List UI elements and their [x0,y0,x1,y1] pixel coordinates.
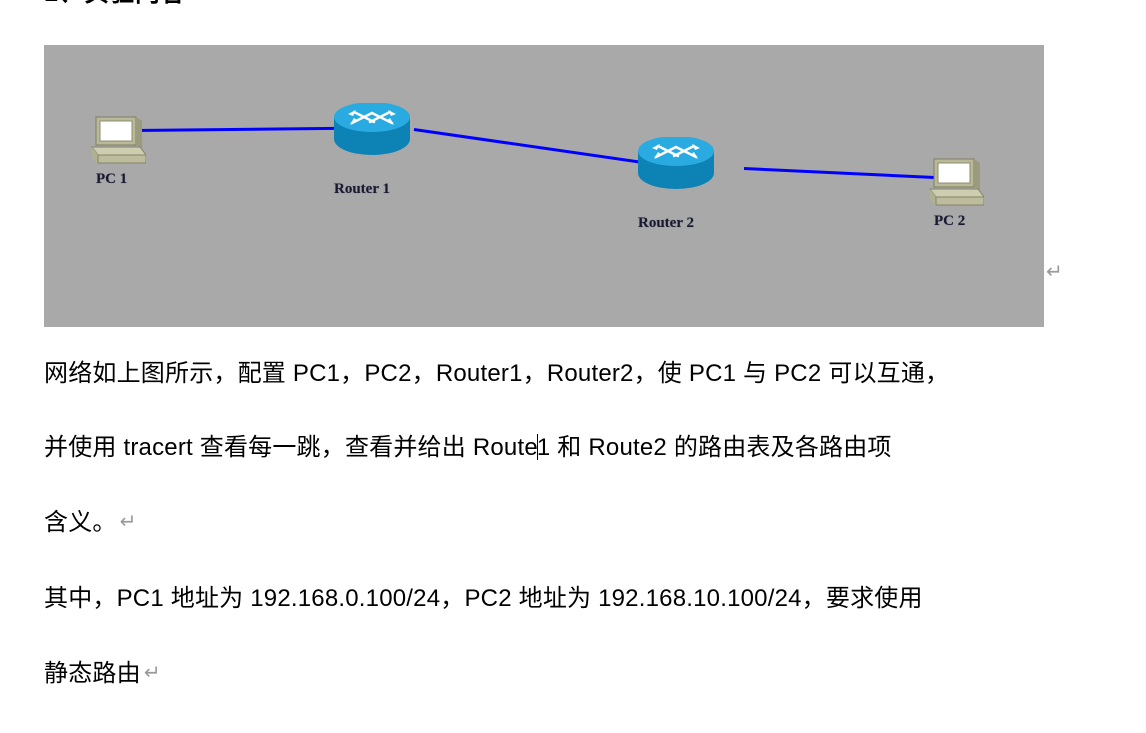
body-line-2: 并使用 tracert 查看每一跳，查看并给出 Route1 和 Route2 … [44,433,892,463]
pilcrow-icon: ↵ [1046,261,1063,283]
pc-icon [91,116,147,165]
node-pc2[interactable]: PC 2 [928,157,985,229]
network-diagram-canvas: PC 1 Router 1 Router 2 PC 2 [44,45,1044,327]
router-icon [334,102,410,155]
body-line-4-text: 其中，PC1 地址为 192.168.0.100/24，PC2 地址为 192.… [44,585,923,612]
body-line-4: 其中，PC1 地址为 192.168.0.100/24，PC2 地址为 192.… [44,584,923,614]
page-title: 1、实验内容↵ [44,0,206,8]
body-line-2-text-after-caret: 1 和 Route2 的路由表及各路由项 [536,434,892,461]
page-title-text: 1、实验内容 [44,0,186,7]
body-line-3: 含义。 ↵ [44,507,137,538]
node-label-pc2: PC 2 [934,213,966,229]
pilcrow-icon: ↵ [119,511,137,533]
body-line-1-text: 网络如上图所示，配置 PC1，PC2，Router1，Router2，使 PC1… [44,360,950,387]
pilcrow-icon: ↵ [143,662,161,684]
node-router2[interactable]: Router 2 [636,136,716,231]
pc-icon [929,158,985,207]
body-line-2-text-before-caret: 并使用 tracert 查看每一跳，查看并给出 Route [44,434,538,461]
body-line-5: 静态路由 ↵ [44,658,161,689]
node-label-pc1: PC 1 [96,171,128,187]
network-diagram-figure[interactable]: PC 1 Router 1 Router 2 PC 2 [44,45,1044,327]
node-label-router1: Router 1 [334,181,390,197]
body-line-5-text: 静态路由 [44,660,141,687]
link-router2-pc2 [743,167,959,181]
body-line-3-text: 含义。 [44,509,117,536]
pilcrow-icon: ↵ [186,0,206,4]
body-line-1: 网络如上图所示，配置 PC1，PC2，Router1，Router2，使 PC1… [44,359,949,389]
router-icon [638,136,714,189]
node-pc1[interactable]: PC 1 [90,115,147,187]
node-label-router2: Router 2 [638,215,694,231]
node-router1[interactable]: Router 1 [332,102,412,197]
